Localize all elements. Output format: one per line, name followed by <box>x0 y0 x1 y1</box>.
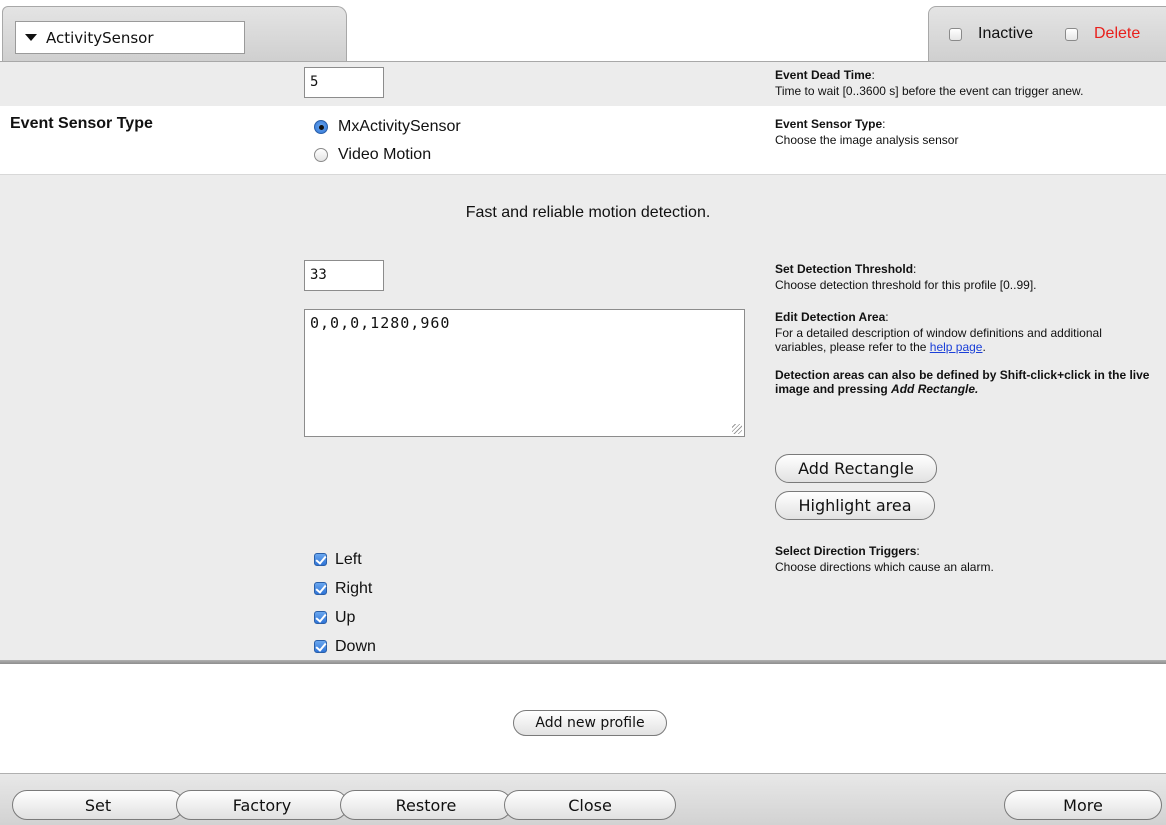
threshold-help-title: Set Detection Threshold <box>775 262 914 276</box>
profile-name-field[interactable]: ActivitySensor <box>15 21 245 54</box>
detection-area-note: Detection areas can also be defined by S… <box>775 368 1150 396</box>
factory-button[interactable]: Factory <box>176 790 348 820</box>
section-description: Fast and reliable motion detection. <box>0 204 1166 222</box>
profile-state-tab: Inactive Delete <box>928 6 1166 62</box>
direction-right[interactable]: Right <box>314 574 376 603</box>
dead-time-help-text: Time to wait [0..3600 s] before the even… <box>775 84 1084 98</box>
sensor-type-help: Event Sensor Type: Choose the image anal… <box>775 115 1155 147</box>
detection-area-value: 0,0,0,1280,960 <box>310 314 451 332</box>
direction-left[interactable]: Left <box>314 545 376 574</box>
direction-up-label: Up <box>335 608 356 626</box>
resize-grip-icon[interactable] <box>732 424 742 434</box>
directions-help-title: Select Direction Triggers <box>775 544 917 558</box>
restore-button[interactable]: Restore <box>340 790 512 820</box>
dead-time-help: Event Dead Time: Time to wait [0..3600 s… <box>775 66 1165 98</box>
up-checkbox[interactable] <box>314 611 327 624</box>
sensor-option-videomotion[interactable]: Video Motion <box>314 146 431 164</box>
detection-area-note-em: Add Rectangle. <box>891 382 979 396</box>
section-description-text: Fast and reliable motion detection. <box>465 204 711 221</box>
close-button[interactable]: Close <box>504 790 676 820</box>
set-button[interactable]: Set <box>12 790 184 820</box>
threshold-help: Set Detection Threshold: Choose detectio… <box>775 260 1165 292</box>
direction-down[interactable]: Down <box>314 632 376 661</box>
add-profile-area: Add new profile <box>0 664 1166 773</box>
mxactivity-label: MxActivitySensor <box>338 118 461 135</box>
down-checkbox[interactable] <box>314 640 327 653</box>
direction-right-label: Right <box>335 579 373 597</box>
right-checkbox[interactable] <box>314 582 327 595</box>
delete-option[interactable]: Delete <box>1065 25 1140 43</box>
profile-tab: ActivitySensor <box>2 6 347 62</box>
sensor-option-mxactivity[interactable]: MxActivitySensor <box>314 118 461 136</box>
inactive-option[interactable]: Inactive <box>949 25 1033 43</box>
sensor-type-row: Event Sensor Type MxActivitySensor Video… <box>0 106 1166 174</box>
profile-name-value[interactable]: ActivitySensor <box>46 29 154 47</box>
left-checkbox[interactable] <box>314 553 327 566</box>
direction-triggers: Left Right Up Down <box>314 545 376 661</box>
add-new-profile-button[interactable]: Add new profile <box>513 710 667 736</box>
detection-area-help: Edit Detection Area: For a detailed desc… <box>775 310 1150 396</box>
mxactivity-radio[interactable] <box>314 120 328 134</box>
direction-left-label: Left <box>335 550 362 568</box>
directions-help-text: Choose directions which cause an alarm. <box>775 560 994 574</box>
detection-area-help-title: Edit Detection Area <box>775 310 886 324</box>
more-button[interactable]: More <box>1004 790 1162 820</box>
inactive-label: Inactive <box>978 25 1034 42</box>
detection-area-textarea[interactable]: 0,0,0,1280,960 <box>304 309 745 437</box>
dead-time-input[interactable]: 5 <box>304 67 384 98</box>
directions-help: Select Direction Triggers: Choose direct… <box>775 542 1165 574</box>
highlight-area-button[interactable]: Highlight area <box>775 491 935 520</box>
videomotion-radio[interactable] <box>314 148 328 162</box>
profile-tab-bar: ActivitySensor Inactive Delete <box>0 0 1166 62</box>
threshold-help-text: Choose detection threshold for this prof… <box>775 278 1037 292</box>
dead-time-row: 5 Event Dead Time: Time to wait [0..3600… <box>0 62 1166 106</box>
sensor-type-help-text: Choose the image analysis sensor <box>775 133 959 147</box>
help-page-link[interactable]: help page <box>930 340 983 354</box>
direction-up[interactable]: Up <box>314 603 376 632</box>
detection-area-help-body: For a detailed description of window def… <box>775 326 1102 354</box>
dead-time-help-title: Event Dead Time <box>775 68 872 82</box>
activity-sensor-section: Fast and reliable motion detection. 33 S… <box>0 174 1166 660</box>
inactive-checkbox[interactable] <box>949 27 962 41</box>
disclosure-triangle-icon[interactable] <box>16 21 46 54</box>
threshold-input[interactable]: 33 <box>304 260 384 291</box>
videomotion-label: Video Motion <box>338 146 432 163</box>
action-bar: Set Factory Restore Close More <box>0 773 1166 825</box>
delete-checkbox[interactable] <box>1065 27 1078 41</box>
sensor-type-label: Event Sensor Type <box>10 115 153 132</box>
sensor-type-help-title: Event Sensor Type <box>775 117 883 131</box>
add-rectangle-button[interactable]: Add Rectangle <box>775 454 937 483</box>
delete-label: Delete <box>1094 25 1141 42</box>
direction-down-label: Down <box>335 637 376 655</box>
